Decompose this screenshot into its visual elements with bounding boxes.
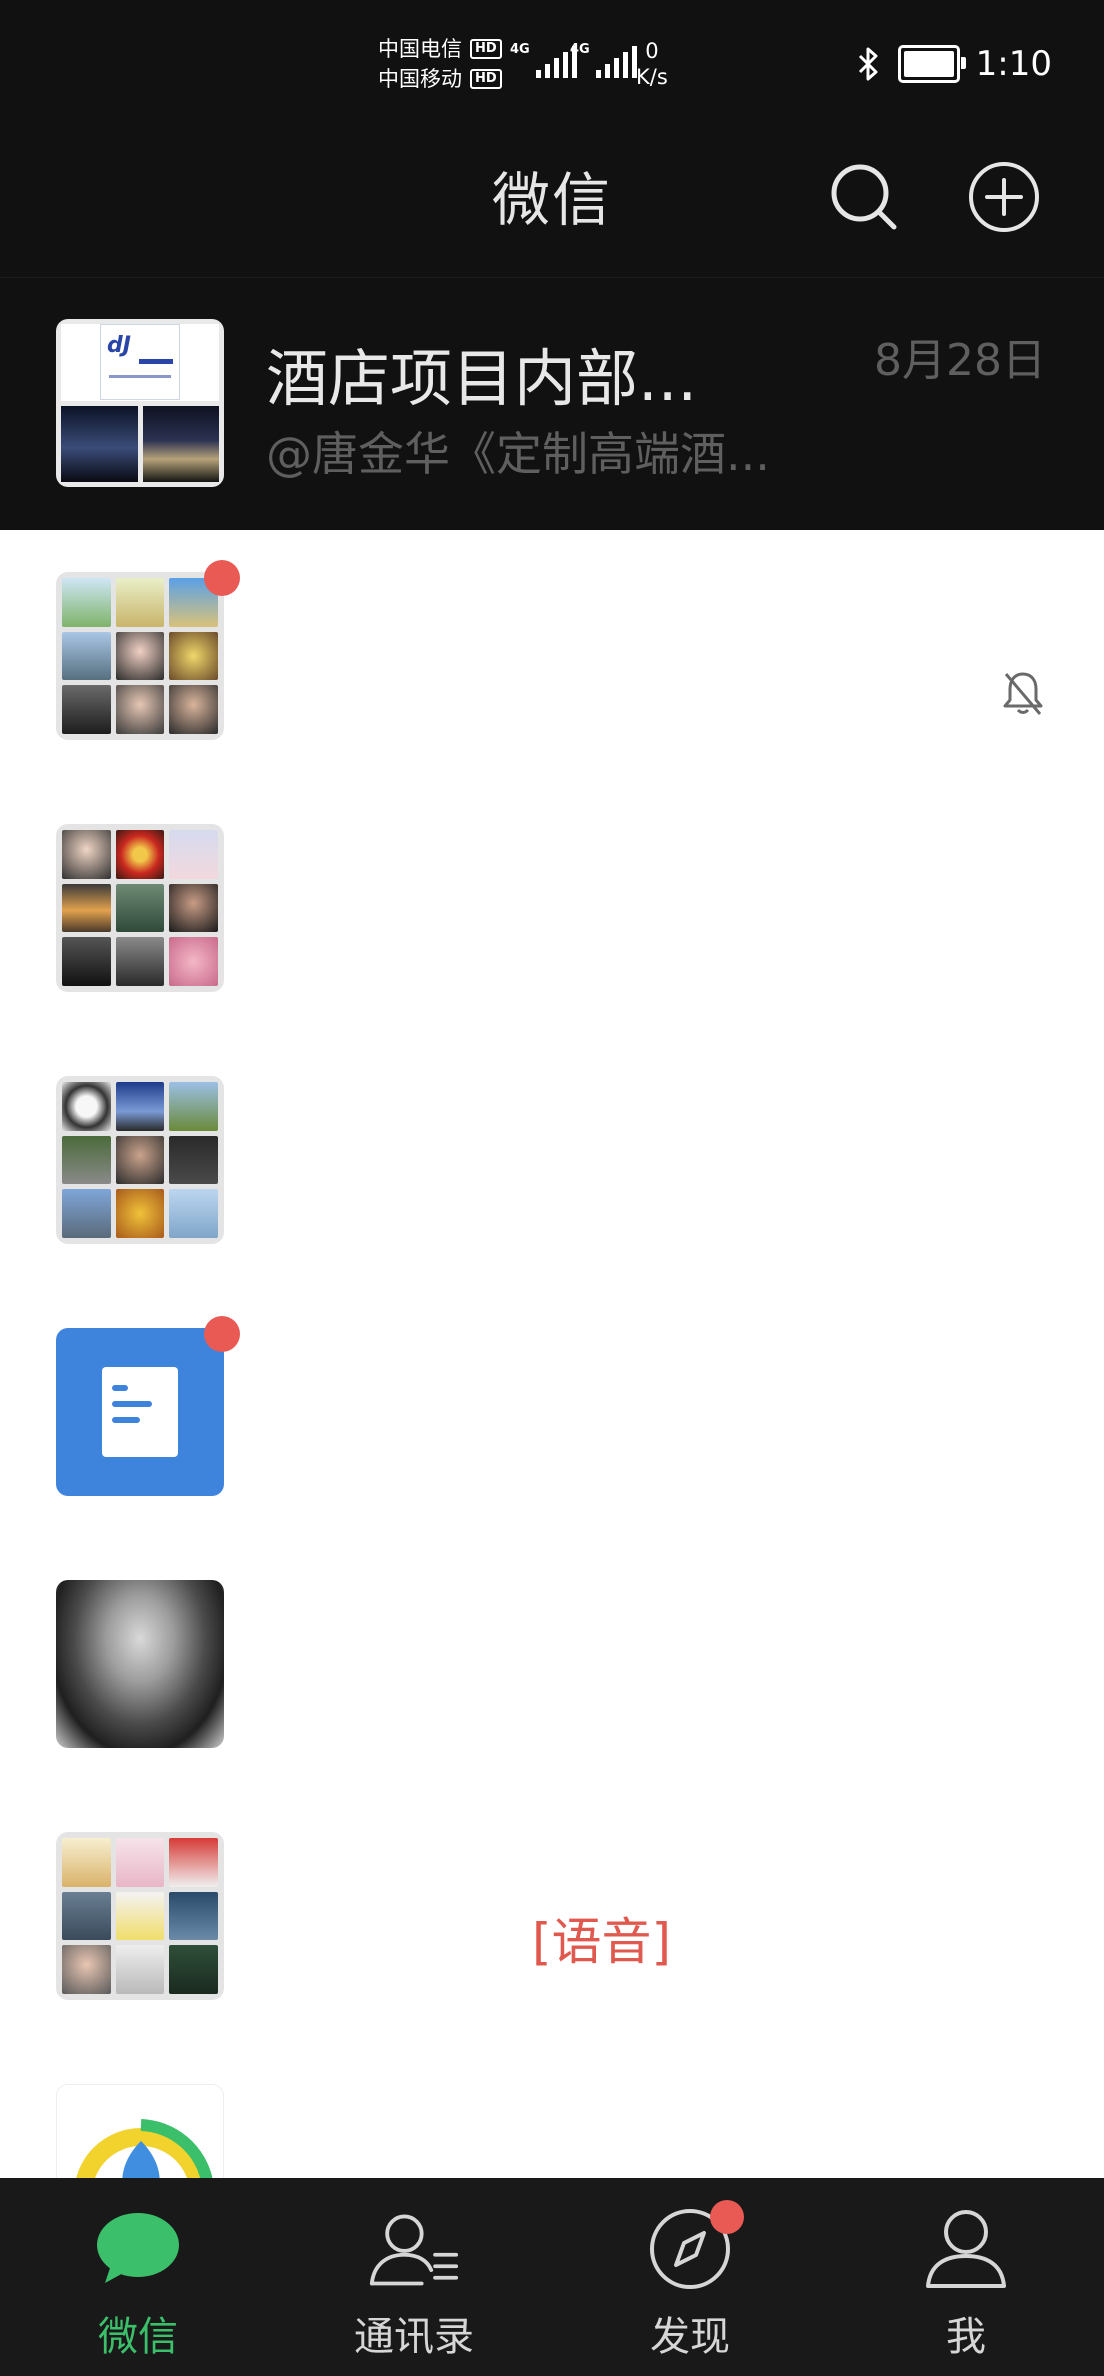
chat-item[interactable]: [语音] — [0, 1790, 1104, 2042]
discover-unread-dot — [710, 2200, 744, 2234]
person-icon — [926, 2210, 1006, 2288]
chat-item[interactable] — [0, 1286, 1104, 1538]
bluetooth-icon — [858, 47, 878, 81]
add-button[interactable] — [964, 157, 1044, 237]
tab-chats[interactable]: 微信 — [0, 2178, 276, 2376]
carrier-2: 中国移动 — [378, 67, 462, 91]
group-avatar: dJ — [56, 319, 224, 487]
company-logo-image: dJ — [100, 324, 180, 401]
tab-me[interactable]: 我 — [828, 2178, 1104, 2376]
search-button[interactable] — [824, 157, 904, 237]
page-title: 微信 — [491, 166, 612, 234]
tab-label: 通讯录 — [354, 2314, 474, 2360]
mute-bell-icon — [1003, 672, 1043, 715]
voice-message-tag: [语音] — [532, 1913, 672, 1971]
tab-discover[interactable]: 发现 — [552, 2178, 828, 2376]
status-right: 1:10 — [856, 44, 1052, 84]
document-avatar — [56, 1328, 224, 1496]
unread-dot — [204, 560, 240, 596]
chat-name: 酒店项目内部... — [266, 342, 698, 415]
network-type: 4G — [510, 42, 530, 57]
contacts-icon — [369, 2214, 459, 2286]
chat-item-pinned[interactable]: dJ 酒店项目内部... @唐金华《定制高端酒... 8月28日 — [0, 278, 1104, 530]
hd-badge: HD — [470, 39, 502, 59]
chat-item[interactable] — [0, 1538, 1104, 1790]
network-speed-unit: K/s — [636, 65, 668, 89]
night-building-image — [142, 405, 219, 482]
add-icon — [969, 162, 1039, 232]
signal-strength-icon: 4G — [570, 42, 637, 78]
hd-badge: HD — [470, 69, 502, 89]
carrier-1: 中国电信 — [378, 37, 462, 61]
chat-preview: @唐金华《定制高端酒... — [266, 427, 770, 481]
clock: 1:10 — [975, 44, 1052, 84]
group-avatar — [56, 572, 224, 740]
chat-item[interactable] — [0, 782, 1104, 1034]
tab-label: 我 — [946, 2314, 986, 2360]
network-type: 4G — [570, 42, 590, 57]
group-avatar — [56, 1832, 224, 2000]
search-icon — [831, 164, 897, 230]
tab-contacts[interactable]: 通讯录 — [276, 2178, 552, 2376]
night-sky-image — [61, 405, 138, 482]
carrier-info: 中国电信 HD 中国移动 HD — [378, 34, 502, 94]
portrait-avatar — [56, 1580, 224, 1748]
chat-item[interactable] — [0, 530, 1104, 782]
group-avatar — [56, 1076, 224, 1244]
tab-label: 微信 — [98, 2314, 178, 2360]
battery-icon — [897, 45, 966, 83]
document-icon — [102, 1367, 178, 1457]
group-avatar — [56, 824, 224, 992]
unread-dot — [204, 1316, 240, 1352]
title-bar: 微信 — [0, 125, 1104, 278]
chat-time: 8月28日 — [874, 335, 1046, 386]
network-speed: 0 K/s — [636, 38, 668, 90]
status-bar: 中国电信 HD 中国移动 HD 4G 4G 0 K/s 1:10 — [0, 0, 1104, 125]
tab-label: 发现 — [650, 2314, 730, 2360]
chat-bubble-icon — [97, 2213, 179, 2283]
network-speed-value: 0 — [645, 39, 659, 63]
chat-item[interactable] — [0, 1034, 1104, 1286]
bottom-tab-bar: 微信 通讯录 发现 我 — [0, 2178, 1104, 2376]
signal-strength-icon: 4G — [510, 42, 577, 78]
